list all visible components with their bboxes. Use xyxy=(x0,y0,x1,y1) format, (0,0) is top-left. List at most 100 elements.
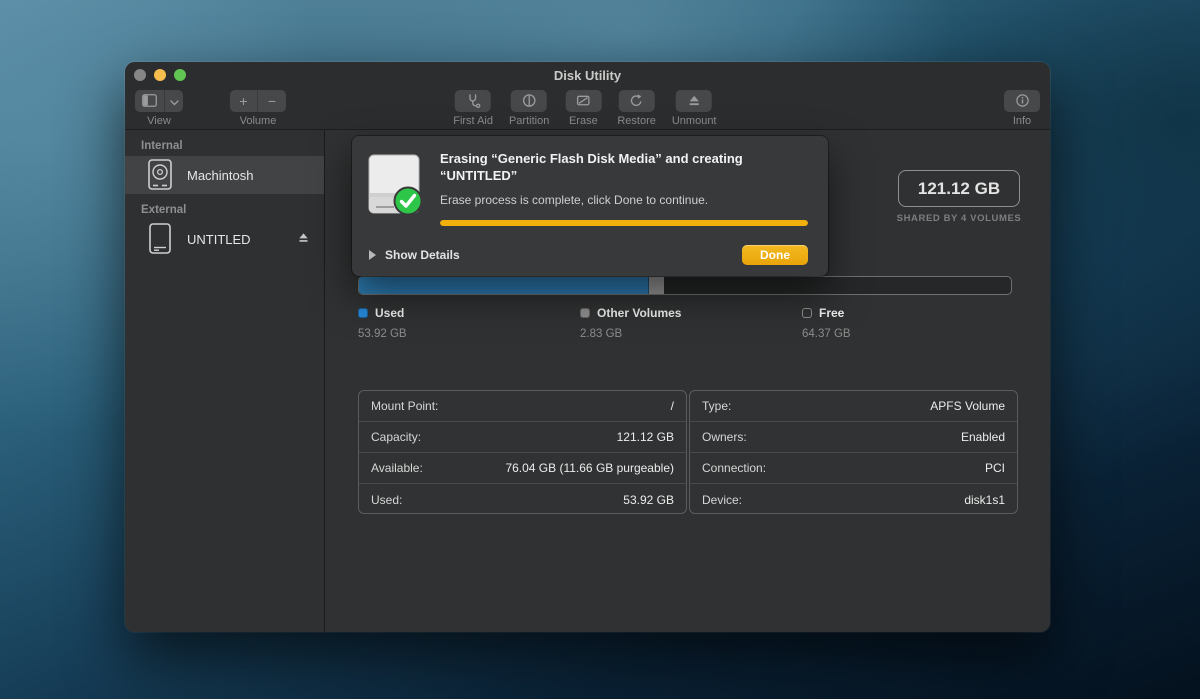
detail-label: Device: xyxy=(702,492,743,507)
partition-icon xyxy=(522,93,537,110)
restore-icon xyxy=(629,93,644,110)
detail-value: / xyxy=(670,399,674,413)
unmount-toolbar-item: Unmount xyxy=(672,90,717,127)
detail-label: Type: xyxy=(702,399,732,413)
detail-value: disk1s1 xyxy=(964,492,1005,507)
titlebar: Disk Utility xyxy=(125,62,1050,88)
sidebar-item-label: Machintosh xyxy=(187,167,254,183)
table-row: Used: 53.92 GB xyxy=(359,484,686,515)
table-row: Capacity: 121.12 GB xyxy=(359,422,686,453)
sidebar-item-machintosh[interactable]: Machintosh xyxy=(125,156,324,194)
disclosure-triangle-icon xyxy=(369,250,376,260)
eject-icon xyxy=(688,94,701,109)
table-row: Device: disk1s1 xyxy=(690,484,1017,515)
details-table-left: Mount Point: / Capacity: 121.12 GB Avail… xyxy=(358,390,687,514)
detail-value: 76.04 GB (11.66 GB purgeable) xyxy=(505,461,674,475)
detail-label: Mount Point: xyxy=(371,399,439,413)
info-icon xyxy=(1015,93,1030,110)
detail-value: PCI xyxy=(984,461,1005,475)
capacity-subtitle: SHARED BY 4 VOLUMES xyxy=(896,213,1022,224)
sidebar: Internal Machintosh External UNTITLED xyxy=(125,130,325,632)
progress-fill xyxy=(440,219,808,226)
volume-label: Volume xyxy=(239,115,277,127)
volume-usage-bar xyxy=(358,276,1012,295)
volume-toolbar-item: + − Volume xyxy=(230,90,286,127)
used-swatch-icon xyxy=(358,308,368,318)
progress-bar xyxy=(440,219,808,226)
table-row: Type: APFS Volume xyxy=(690,391,1017,422)
detail-label: Connection: xyxy=(702,461,767,475)
eject-button[interactable] xyxy=(297,231,310,249)
dialog-message: Erase process is complete, click Done to… xyxy=(440,192,709,207)
partition-label: Partition xyxy=(508,115,550,127)
unmount-icon-button[interactable] xyxy=(676,90,713,112)
show-details-toggle[interactable]: Show Details xyxy=(369,248,460,262)
legend-item-used: Used 53.92 GB xyxy=(358,306,568,340)
details-table-right: Type: APFS Volume Owners: Enabled Connec… xyxy=(689,390,1018,514)
done-button[interactable]: Done xyxy=(742,245,808,265)
sidebar-item-untitled[interactable]: UNTITLED xyxy=(125,220,324,258)
table-row: Connection: PCI xyxy=(690,453,1017,484)
window-title: Disk Utility xyxy=(553,68,622,83)
table-row: Available: 76.04 GB (11.66 GB purgeable) xyxy=(359,453,686,484)
internal-drive-icon xyxy=(145,158,177,192)
view-label: View xyxy=(147,115,171,127)
erase-label: Erase xyxy=(568,115,598,127)
dialog-title-line1: Erasing “Generic Flash Disk Media” and c… xyxy=(440,151,743,166)
dialog-drive-icon xyxy=(366,151,440,226)
other-volumes-swatch-icon xyxy=(580,308,590,318)
sidebar-section-external: External xyxy=(141,204,187,216)
usage-segment-other xyxy=(649,277,665,294)
info-toolbar-item: Info xyxy=(1004,90,1040,127)
disk-utility-window: Disk Utility View + − Volume First Aid P… xyxy=(125,62,1050,632)
detail-value: Enabled xyxy=(960,430,1005,444)
table-row: Mount Point: / xyxy=(359,391,686,422)
legend-item-free: Free 64.37 GB xyxy=(802,306,1012,340)
usage-segment-used xyxy=(359,277,650,294)
detail-label: Owners: xyxy=(702,430,747,444)
detail-label: Available: xyxy=(371,461,423,475)
info-button[interactable] xyxy=(1004,90,1040,112)
info-label: Info xyxy=(1012,115,1032,127)
detail-label: Used: xyxy=(371,492,403,507)
free-swatch-icon xyxy=(802,308,812,318)
legend-item-other-volumes: Other Volumes 2.83 GB xyxy=(580,306,790,340)
first-aid-label: First Aid xyxy=(453,115,493,127)
table-row: Owners: Enabled xyxy=(690,422,1017,453)
first-aid-button[interactable] xyxy=(455,90,492,112)
capacity-badge: 121.12 GB xyxy=(898,170,1020,207)
sidebar-item-label: UNTITLED xyxy=(187,231,251,247)
partition-toolbar-item: Partition xyxy=(509,90,549,127)
erase-progress-dialog: Erasing “Generic Flash Disk Media” and c… xyxy=(352,136,828,276)
view-button[interactable] xyxy=(135,90,165,112)
sidebar-section-internal: Internal xyxy=(141,140,183,152)
partition-icon-button[interactable] xyxy=(511,90,548,112)
detail-value: 121.12 GB xyxy=(616,430,674,444)
detail-value: 53.92 GB xyxy=(623,492,674,507)
view-toolbar-item: View xyxy=(135,90,183,127)
show-details-label: Show Details xyxy=(385,248,460,262)
unmount-label: Unmount xyxy=(671,115,717,127)
sidebar-view-icon xyxy=(142,93,157,109)
detail-value: APFS Volume xyxy=(930,399,1005,413)
legend-label: Used xyxy=(375,306,405,320)
external-drive-icon xyxy=(145,222,177,256)
restore-label: Restore xyxy=(617,115,656,127)
first-aid-toolbar-item: First Aid xyxy=(453,90,493,127)
add-volume-button[interactable]: + xyxy=(230,90,258,112)
toolbar: View + − Volume First Aid Partition Eras… xyxy=(125,88,1050,130)
detail-label: Capacity: xyxy=(371,430,422,444)
legend-label: Other Volumes xyxy=(597,306,682,320)
restore-icon-button[interactable] xyxy=(618,90,655,112)
chevron-down-icon xyxy=(169,94,179,108)
minus-icon: − xyxy=(267,93,277,109)
erase-icon-button[interactable] xyxy=(565,90,602,112)
view-dropdown-button[interactable] xyxy=(165,90,183,112)
legend-value: 2.83 GB xyxy=(580,328,623,340)
restore-toolbar-item: Restore xyxy=(617,90,656,127)
dialog-title-line2: “UNTITLED” xyxy=(440,167,518,183)
stethoscope-icon xyxy=(466,93,481,110)
legend-value: 53.92 GB xyxy=(358,328,407,340)
erase-icon xyxy=(576,93,591,110)
remove-volume-button[interactable]: − xyxy=(258,90,286,112)
